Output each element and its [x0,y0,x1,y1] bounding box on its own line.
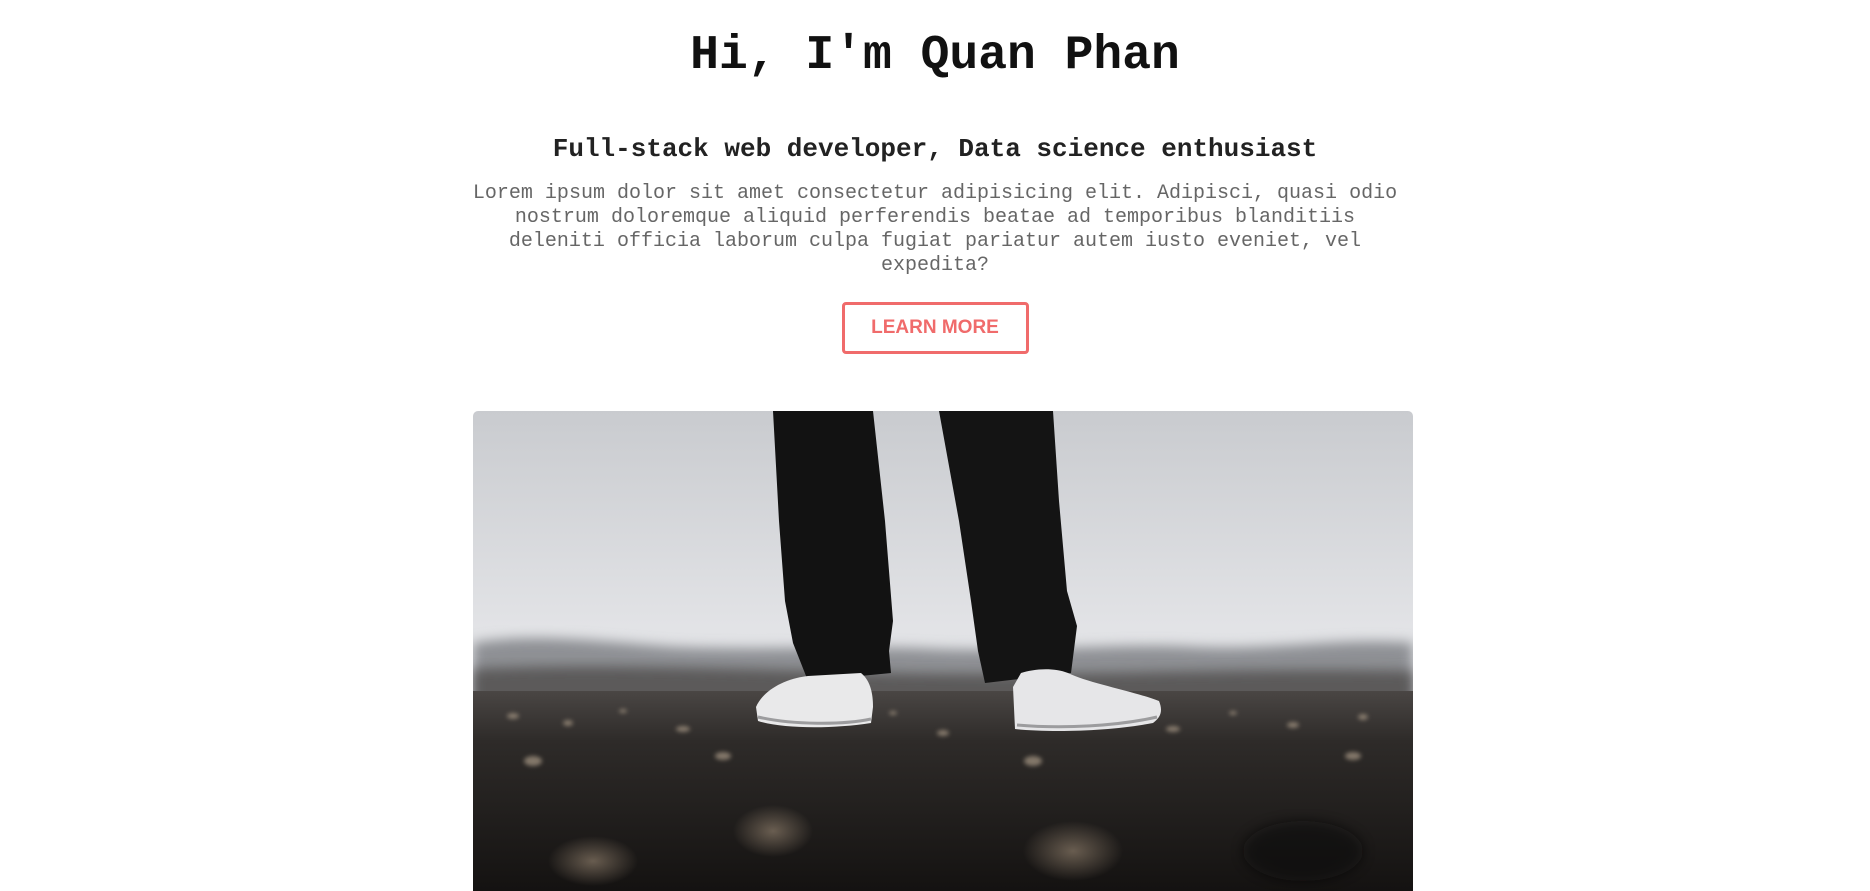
page: Hi, I'm Quan Phan Full-stack web develop… [0,0,1870,891]
button-wrapper: LEARN MORE [465,302,1405,354]
learn-more-button[interactable]: LEARN MORE [841,302,1029,354]
hero-section: Hi, I'm Quan Phan Full-stack web develop… [465,0,1405,354]
hero-subtitle: Full-stack web developer, Data science e… [552,134,1318,164]
hero-image [473,411,1413,891]
hero-description: Lorem ipsum dolor sit amet consectetur a… [472,182,1398,277]
hero-title: Hi, I'm Quan Phan [690,29,1180,83]
